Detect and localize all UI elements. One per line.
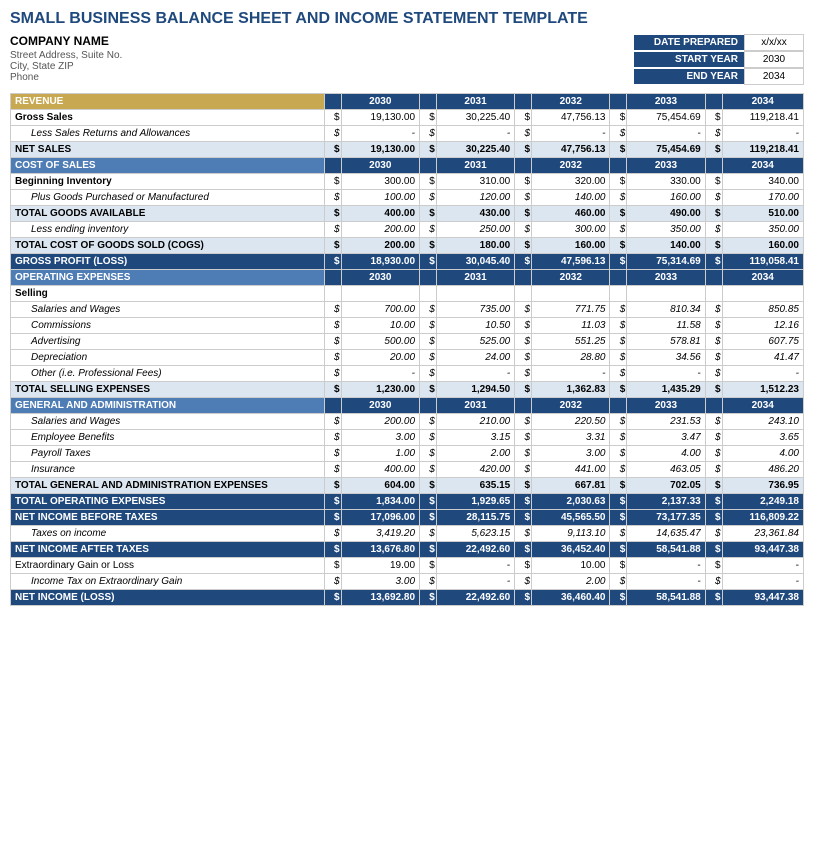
company-name: COMPANY NAME <box>10 34 122 48</box>
year-2032-header: 2032 <box>532 94 610 110</box>
cos-year-2030: 2030 <box>341 158 419 174</box>
date-prepared-label: DATE PREPARED <box>634 35 744 50</box>
net-sales-2031: 30,225.40 <box>436 142 514 158</box>
gross-sales-2032: 47,756.13 <box>532 110 610 126</box>
sales-returns-row: Less Sales Returns and Allowances $ - $ … <box>11 126 804 142</box>
sales-returns-2031: - <box>436 126 514 142</box>
end-year-value[interactable]: 2034 <box>744 68 804 85</box>
cos-year-2031: 2031 <box>436 158 514 174</box>
company-phone: Phone <box>10 72 122 83</box>
revenue-header-row: REVENUE 2030 2031 2032 2033 2034 <box>11 94 804 110</box>
total-ga-row: TOTAL GENERAL AND ADMINISTRATION EXPENSE… <box>11 478 804 494</box>
cos-year-2034: 2034 <box>722 158 803 174</box>
gen-admin-header-row: GENERAL AND ADMINISTRATION 2030 2031 203… <box>11 398 804 414</box>
gross-sales-2034: 119,218.41 <box>722 110 803 126</box>
net-after-taxes-row: NET INCOME AFTER TAXES $ 13,676.80 $ 22,… <box>11 542 804 558</box>
selling-label: Selling <box>11 286 325 302</box>
net-before-taxes-row: NET INCOME BEFORE TAXES $ 17,096.00 $ 28… <box>11 510 804 526</box>
opex-section-label: OPERATING EXPENSES <box>11 270 325 286</box>
revenue-section-label: REVENUE <box>11 94 325 110</box>
ga-benefits-row: Employee Benefits $ 3.00 $ 3.15 $ 3.31 $… <box>11 430 804 446</box>
less-ending-label: Less ending inventory <box>11 222 325 238</box>
total-opex-row: TOTAL OPERATING EXPENSES $ 1,834.00 $ 1,… <box>11 494 804 510</box>
date-prepared-row: DATE PREPARED x/x/xx <box>634 34 804 51</box>
begin-inventory-row: Beginning Inventory $ 300.00 $ 310.00 $ … <box>11 174 804 190</box>
net-sales-row: NET SALES $ 19,130.00 $ 30,225.40 $ 47,7… <box>11 142 804 158</box>
total-cogs-label: TOTAL COST OF GOODS SOLD (COGS) <box>11 238 325 254</box>
cos-year-2032: 2032 <box>532 158 610 174</box>
goods-purchased-label: Plus Goods Purchased or Manufactured <box>11 190 325 206</box>
selling-commissions-row: Commissions $ 10.00 $ 10.50 $ 11.03 $ 11… <box>11 318 804 334</box>
end-year-row: END YEAR 2034 <box>634 68 804 85</box>
net-sales-2034: 119,218.41 <box>722 142 803 158</box>
taxes-row: Taxes on income $ 3,419.20 $ 5,623.15 $ … <box>11 526 804 542</box>
net-sales-2030: 19,130.00 <box>341 142 419 158</box>
gross-sales-2033: 75,454.69 <box>627 110 705 126</box>
total-cogs-row: TOTAL COST OF GOODS SOLD (COGS) $ 200.00… <box>11 238 804 254</box>
selling-salaries-row: Salaries and Wages $ 700.00 $ 735.00 $ 7… <box>11 302 804 318</box>
date-block: DATE PREPARED x/x/xx START YEAR 2030 END… <box>634 34 804 85</box>
goods-purchased-row: Plus Goods Purchased or Manufactured $ 1… <box>11 190 804 206</box>
ga-salaries-row: Salaries and Wages $ 200.00 $ 210.00 $ 2… <box>11 414 804 430</box>
selling-label-row: Selling <box>11 286 804 302</box>
start-year-row: START YEAR 2030 <box>634 51 804 68</box>
year-2030-header: 2030 <box>341 94 419 110</box>
gross-profit-row: GROSS PROFIT (LOSS) $ 18,930.00 $ 30,045… <box>11 254 804 270</box>
net-income-row: NET INCOME (LOSS) $ 13,692.80 $ 22,492.6… <box>11 590 804 606</box>
sales-returns-2034: - <box>722 126 803 142</box>
year-2031-header: 2031 <box>436 94 514 110</box>
selling-depreciation-row: Depreciation $ 20.00 $ 24.00 $ 28.80 $ 3… <box>11 350 804 366</box>
cos-year-2033: 2033 <box>627 158 705 174</box>
date-prepared-value[interactable]: x/x/xx <box>744 34 804 51</box>
begin-inventory-label: Beginning Inventory <box>11 174 325 190</box>
total-goods-row: TOTAL GOODS AVAILABLE $ 400.00 $ 430.00 … <box>11 206 804 222</box>
company-address: Street Address, Suite No. <box>10 50 122 61</box>
total-selling-row: TOTAL SELLING EXPENSES $ 1,230.00 $ 1,29… <box>11 382 804 398</box>
extraordinary-tax-row: Income Tax on Extraordinary Gain $ 3.00 … <box>11 574 804 590</box>
gross-sales-row: Gross Sales $ 19,130.00 $ 30,225.40 $ 47… <box>11 110 804 126</box>
gen-admin-section-label: GENERAL AND ADMINISTRATION <box>11 398 325 414</box>
net-sales-label: NET SALES <box>11 142 325 158</box>
start-year-value[interactable]: 2030 <box>744 51 804 68</box>
opex-header-row: OPERATING EXPENSES 2030 2031 2032 2033 2… <box>11 270 804 286</box>
cos-section-label: COST OF SALES <box>11 158 325 174</box>
net-sales-2033: 75,454.69 <box>627 142 705 158</box>
gross-sales-label: Gross Sales <box>11 110 325 126</box>
ga-payroll-row: Payroll Taxes $ 1.00 $ 2.00 $ 3.00 $ 4.0… <box>11 446 804 462</box>
selling-advertising-row: Advertising $ 500.00 $ 525.00 $ 551.25 $… <box>11 334 804 350</box>
sales-returns-2032: - <box>532 126 610 142</box>
sales-returns-2030: - <box>341 126 419 142</box>
selling-other-row: Other (i.e. Professional Fees) $ - $ - $… <box>11 366 804 382</box>
net-sales-2032: 47,756.13 <box>532 142 610 158</box>
company-city: City, State ZIP <box>10 61 122 72</box>
total-goods-label: TOTAL GOODS AVAILABLE <box>11 206 325 222</box>
start-year-label: START YEAR <box>634 52 744 67</box>
sales-returns-2033: - <box>627 126 705 142</box>
extraordinary-gain-row: Extraordinary Gain or Loss $ 19.00 $ - $… <box>11 558 804 574</box>
year-2034-header: 2034 <box>722 94 803 110</box>
main-table: REVENUE 2030 2031 2032 2033 2034 Gross S… <box>10 93 804 606</box>
gross-sales-2031: 30,225.40 <box>436 110 514 126</box>
gross-sales-2030: 19,130.00 <box>341 110 419 126</box>
sales-returns-label: Less Sales Returns and Allowances <box>11 126 325 142</box>
ga-insurance-row: Insurance $ 400.00 $ 420.00 $ 441.00 $ 4… <box>11 462 804 478</box>
year-2033-header: 2033 <box>627 94 705 110</box>
main-title: SMALL BUSINESS BALANCE SHEET AND INCOME … <box>10 10 804 28</box>
cos-header-row: COST OF SALES 2030 2031 2032 2033 2034 <box>11 158 804 174</box>
gross-profit-label: GROSS PROFIT (LOSS) <box>11 254 325 270</box>
end-year-label: END YEAR <box>634 69 744 84</box>
company-info-block: COMPANY NAME Street Address, Suite No. C… <box>10 34 122 83</box>
less-ending-row: Less ending inventory $ 200.00 $ 250.00 … <box>11 222 804 238</box>
